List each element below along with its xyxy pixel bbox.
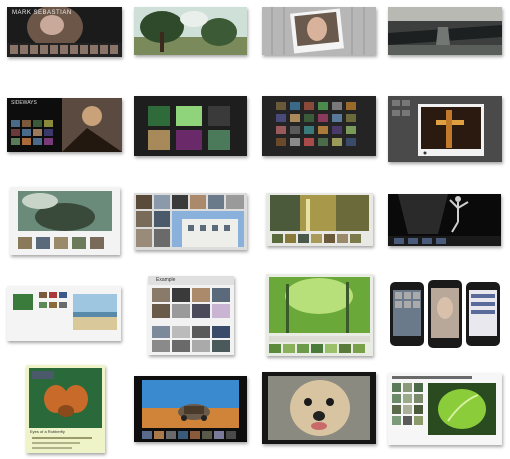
thumbnail-fantasy-scene-art [10, 187, 120, 255]
thumbnail-sideways[interactable]: SIDEWAYS [7, 98, 122, 152]
thumbnail-green-leaf-art [388, 373, 502, 445]
thumbnail-title: Example [156, 277, 176, 283]
thumbnail-lightbox-tower-art [388, 96, 502, 162]
thumbnail-lightbox-tower[interactable] [388, 96, 502, 162]
thumbnail-mosaic-building[interactable] [134, 193, 247, 250]
thumbnail-mosaic-building-art [134, 193, 247, 250]
thumbnail-caption: Eyes of a Robberfly [30, 429, 65, 434]
thumbnail-dog-closeup-art [262, 372, 376, 444]
thumbnail-green-leaf[interactable] [388, 373, 502, 445]
thumbnail-desert-car[interactable] [134, 376, 247, 442]
thumbnail-green-forest[interactable] [266, 274, 373, 356]
thumbnail-minimal-beach-art [7, 286, 121, 341]
thumbnail-iphones-art [388, 280, 502, 348]
thumbnail-sideways-art [7, 98, 122, 152]
thumbnail-desert-car-art [134, 376, 247, 442]
thumbnail-example-panel-art [148, 276, 234, 355]
thumbnail-green-forest-art [266, 274, 373, 356]
thumbnail-trees-light-art [134, 7, 247, 55]
thumbnail-dark-grid-green[interactable] [134, 96, 247, 156]
thumbnail-fly-macro[interactable]: Eyes of a Robberfly [26, 365, 105, 453]
thumbnail-trees-light[interactable] [134, 7, 247, 55]
thumbnail-example-panel[interactable]: Example [148, 276, 234, 355]
thumbnail-mark-sebastian[interactable]: MARK SEBASTIAN [7, 7, 122, 57]
thumbnail-dark-grid-thumbs[interactable] [262, 96, 376, 156]
thumbnail-forest-strip-art [266, 193, 373, 246]
thumbnail-fly-macro-art [26, 365, 105, 453]
thumbnail-polaroid-portrait[interactable] [262, 7, 376, 55]
thumbnail-dark-dancer[interactable] [388, 194, 501, 246]
thumbnail-minimal-beach[interactable] [7, 286, 121, 341]
thumbnail-iphones[interactable] [388, 280, 502, 348]
thumbnail-title: SIDEWAYS [11, 100, 37, 106]
thumbnail-fantasy-scene[interactable] [10, 187, 120, 255]
thumbnail-bridge-river-art [388, 7, 502, 55]
thumbnail-dark-grid-thumbs-art [262, 96, 376, 156]
thumbnail-title: MARK SEBASTIAN [12, 10, 72, 16]
thumbnail-dark-grid-green-art [134, 96, 247, 156]
thumbnail-bridge-river[interactable] [388, 7, 502, 55]
thumbnail-dog-closeup[interactable] [262, 372, 376, 444]
gallery-grid: MARK SEBASTIAN SIDEWAYS Example Eyes of … [0, 0, 510, 459]
thumbnail-forest-strip[interactable] [266, 193, 373, 246]
thumbnail-polaroid-portrait-art [262, 7, 376, 55]
thumbnail-dark-dancer-art [388, 194, 501, 246]
